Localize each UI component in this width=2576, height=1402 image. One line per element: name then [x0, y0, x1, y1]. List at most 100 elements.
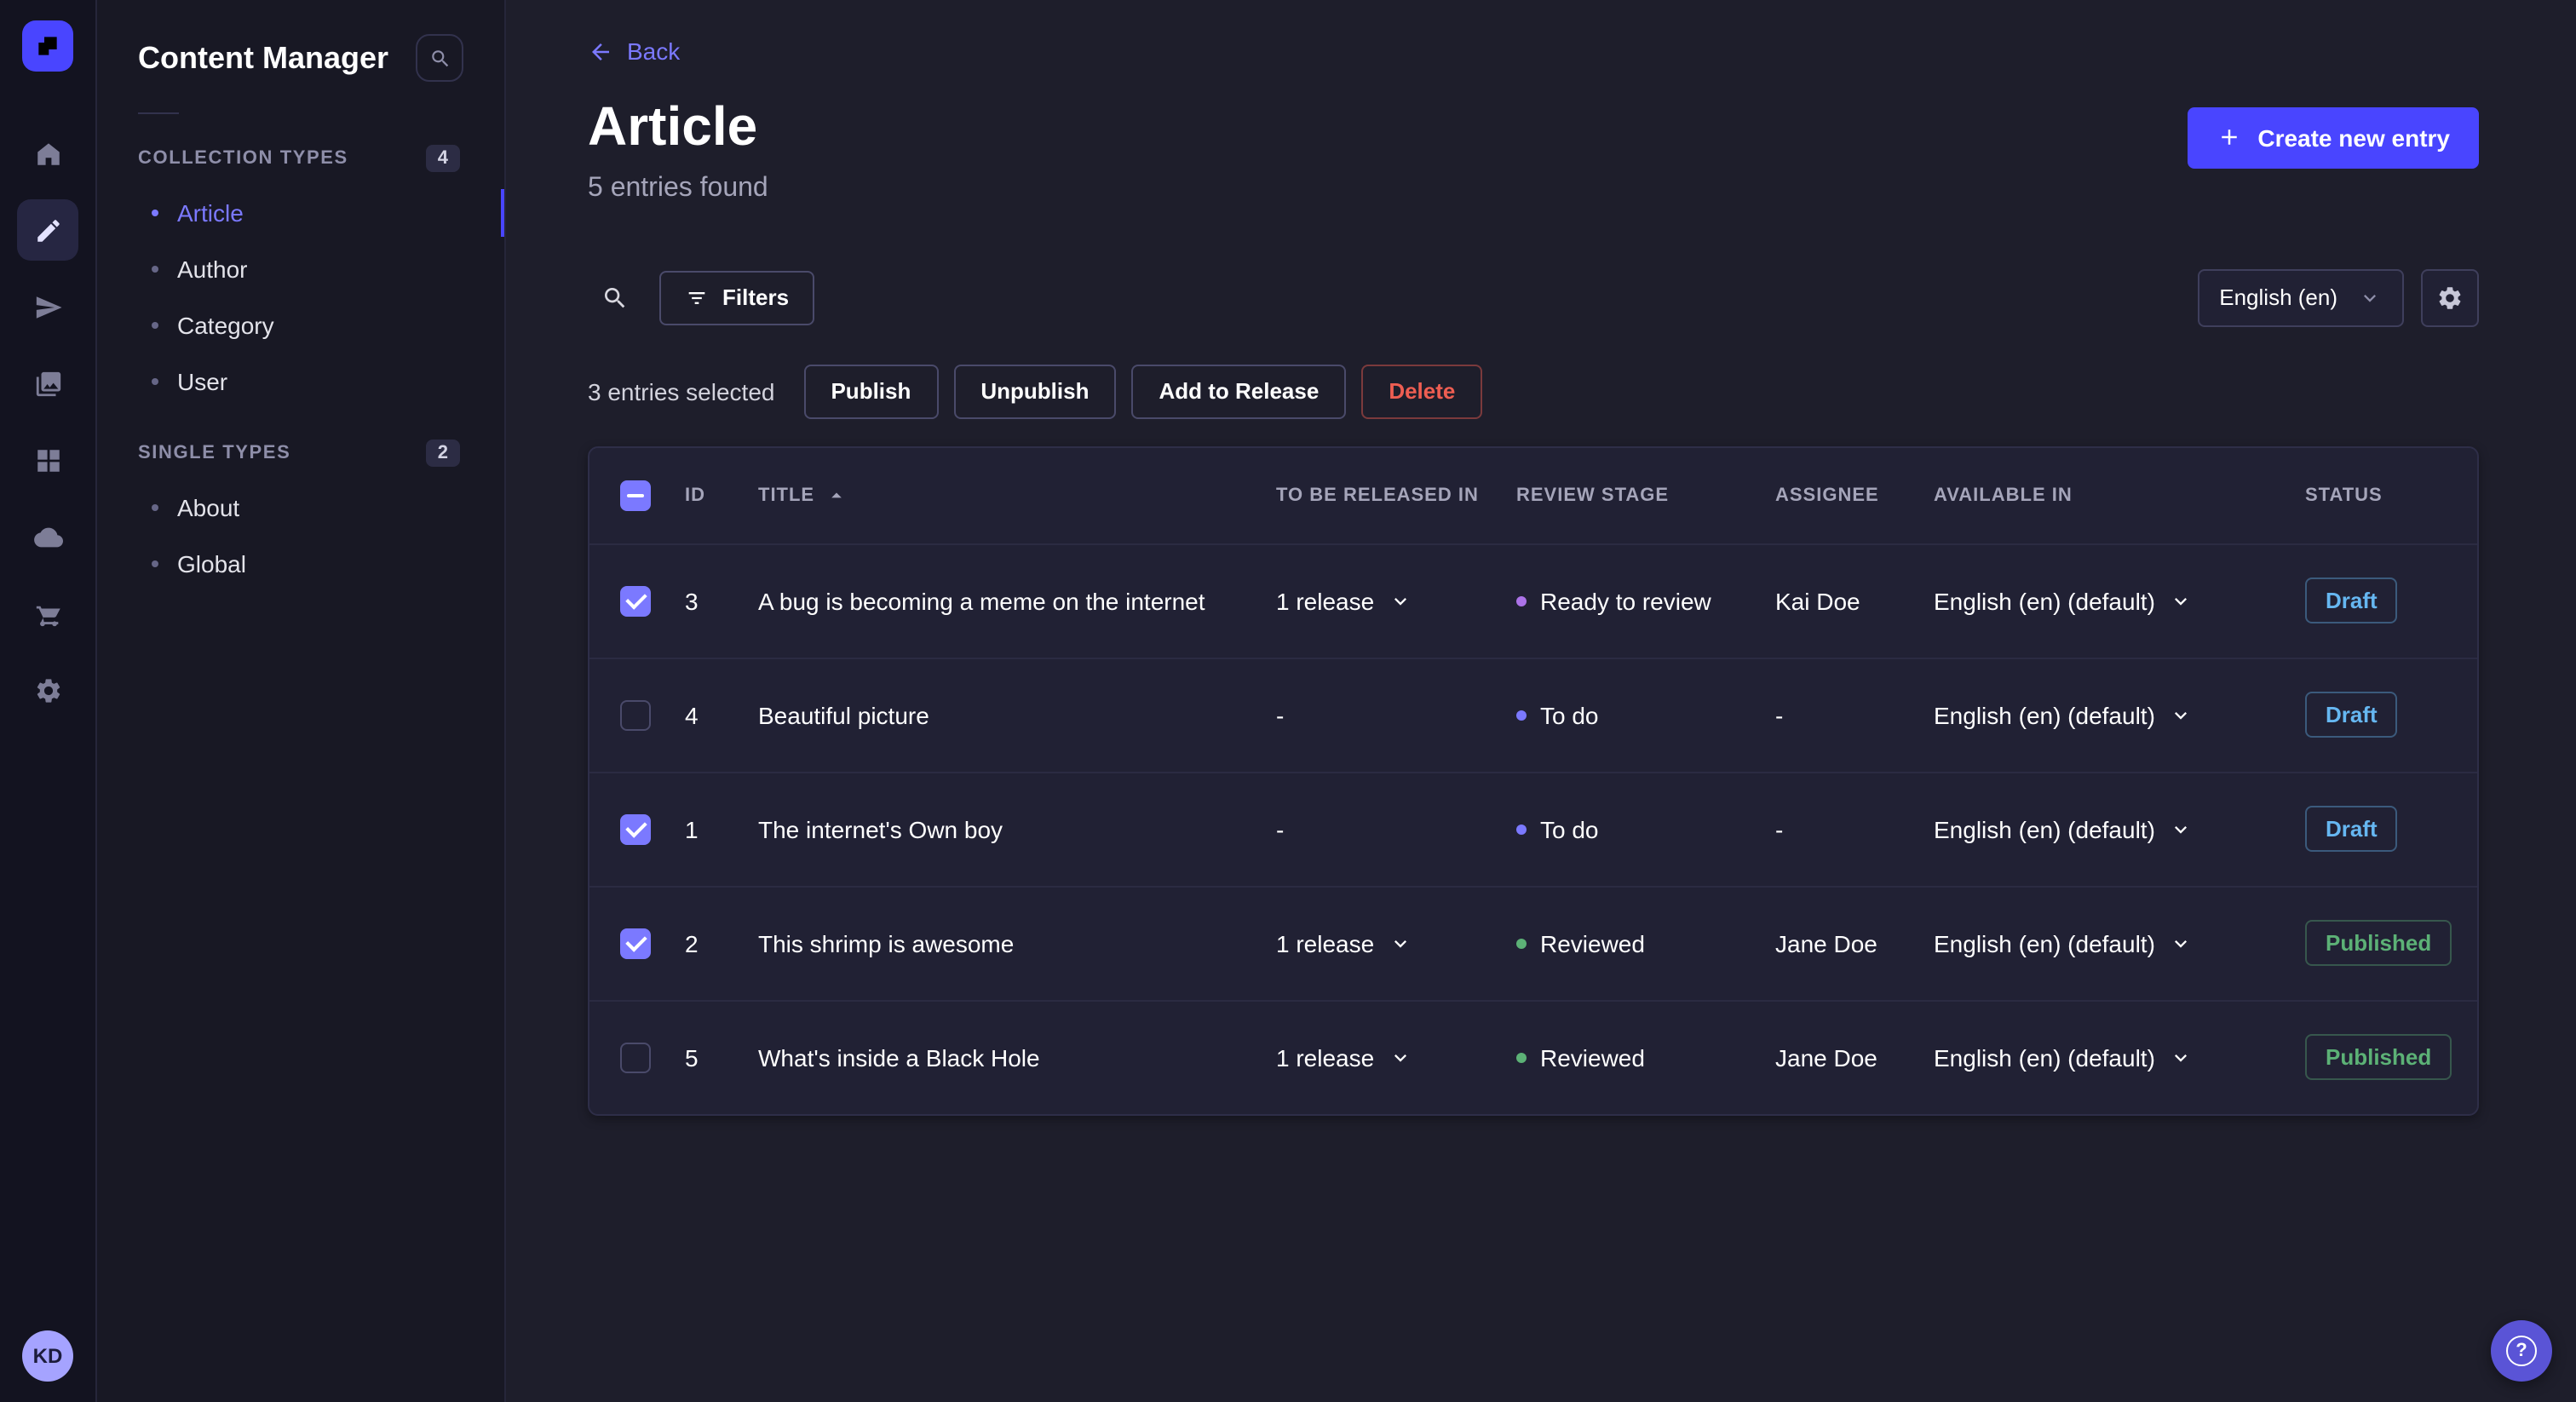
cell-status: Published	[2305, 1034, 2477, 1081]
create-new-entry-button[interactable]: Create new entry	[2188, 106, 2479, 168]
search-icon	[428, 47, 451, 69]
cell-title[interactable]: This shrimp is awesome	[758, 929, 1276, 957]
locale-value: English (en)	[2219, 284, 2337, 311]
cell-available-in[interactable]: English (en) (default)	[1934, 701, 2305, 728]
selection-actions: Publish Unpublish Add to Release Delete	[803, 364, 1483, 419]
locale-select[interactable]: English (en)	[2197, 268, 2404, 327]
cell-available-in[interactable]: English (en) (default)	[1934, 815, 2305, 842]
main-content: Back Article 5 entries found Create new …	[506, 0, 2576, 1402]
select-all-checkbox[interactable]	[620, 480, 651, 511]
available-in-label: English (en) (default)	[1934, 587, 2155, 615]
sidebar-item-article[interactable]: Article	[138, 186, 504, 240]
nav-marketplace[interactable]	[17, 583, 78, 644]
row-checkbox[interactable]	[620, 813, 651, 845]
column-header-label: ASSIGNEE	[1775, 485, 1879, 506]
create-new-entry-label: Create new entry	[2257, 124, 2450, 151]
help-button[interactable]: ?	[2491, 1320, 2552, 1382]
cell-assignee: -	[1775, 701, 1784, 729]
table-header-row: ID TITLE TO BE RELEASED IN REVIEW STAGE ASSI…	[589, 447, 2477, 543]
cell-review-stage: Reviewed	[1516, 929, 1775, 957]
cell-review-stage: Ready to review	[1516, 587, 1775, 614]
sidebar-item-category[interactable]: Category	[138, 298, 463, 353]
cell-assignee: Jane Doe	[1775, 1043, 1877, 1072]
column-header-title[interactable]: TITLE	[758, 483, 1276, 507]
bullet-icon	[152, 378, 158, 385]
row-checkbox[interactable]	[620, 585, 651, 617]
view-settings-button[interactable]	[2421, 268, 2479, 327]
cell-assignee: Jane Doe	[1775, 929, 1877, 957]
column-header-available[interactable]: AVAILABLE IN	[1934, 485, 2305, 505]
cell-title[interactable]: Beautiful picture	[758, 701, 1276, 728]
cell-status: Published	[2305, 920, 2477, 967]
publish-button[interactable]: Publish	[803, 364, 939, 419]
sidebar-title: Content Manager	[138, 40, 389, 74]
review-stage-label: Reviewed	[1540, 1043, 1645, 1072]
cell-available-in[interactable]: English (en) (default)	[1934, 929, 2305, 957]
row-checkbox[interactable]	[620, 699, 651, 731]
table-row[interactable]: 2 This shrimp is awesome 1 release Reviewed…	[589, 885, 2477, 999]
column-header-release[interactable]: TO BE RELEASED IN	[1276, 485, 1516, 505]
nav-content-type-builder[interactable]	[17, 429, 78, 491]
cell-id: 5	[685, 1043, 699, 1072]
sidebar-item-about[interactable]: About	[138, 480, 463, 535]
cloud-icon	[33, 522, 62, 551]
selection-count: 3 entries selected	[588, 377, 775, 405]
checkbox-cell	[589, 480, 685, 511]
sidebar-search-button[interactable]	[416, 34, 463, 82]
section-count-badge: 2	[425, 440, 460, 467]
nav-deployments[interactable]	[17, 506, 78, 567]
cell-status: Draft	[2305, 806, 2477, 853]
column-header-review[interactable]: REVIEW STAGE	[1516, 485, 1775, 505]
cell-to-be-released-in[interactable]: 1 release	[1276, 929, 1516, 957]
cell-title[interactable]: A bug is becoming a meme on the internet	[758, 587, 1276, 614]
add-to-release-button[interactable]: Add to Release	[1131, 364, 1347, 419]
section-label: COLLECTION TYPES	[138, 148, 348, 169]
table-row[interactable]: 1 The internet's Own boy - To do - English (e…	[589, 771, 2477, 885]
table-row[interactable]: 3 A bug is becoming a meme on the interne…	[589, 543, 2477, 657]
cell-to-be-released-in[interactable]: 1 release	[1276, 1043, 1516, 1071]
row-checkbox[interactable]	[620, 1042, 651, 1073]
stage-dot-icon	[1516, 595, 1527, 606]
cell-id: 4	[685, 701, 699, 729]
sidebar-item-label: Author	[177, 256, 248, 283]
sidebar-item-user[interactable]: User	[138, 354, 463, 409]
sidebar-item-author[interactable]: Author	[138, 242, 463, 296]
cell-available-in[interactable]: English (en) (default)	[1934, 587, 2305, 614]
delete-button[interactable]: Delete	[1361, 364, 1483, 419]
stage-dot-icon	[1516, 824, 1527, 835]
table-search-button[interactable]	[588, 270, 642, 325]
sidebar-item-label: User	[177, 368, 228, 395]
sidebar-item-global[interactable]: Global	[138, 537, 463, 591]
cell-title[interactable]: What's inside a Black Hole	[758, 1043, 1276, 1071]
nav-releases[interactable]	[17, 276, 78, 337]
review-stage-label: Ready to review	[1540, 587, 1711, 615]
stage-dot-icon	[1516, 710, 1527, 721]
row-checkbox[interactable]	[620, 928, 651, 959]
back-link[interactable]: Back	[588, 37, 680, 65]
column-header-label: REVIEW STAGE	[1516, 485, 1670, 506]
content-manager-sidebar: Content Manager COLLECTION TYPES 4 Article…	[97, 0, 506, 1402]
strapi-logo[interactable]	[22, 20, 73, 72]
cell-title[interactable]: The internet's Own boy	[758, 815, 1276, 842]
cell-to-be-released-in[interactable]: 1 release	[1276, 587, 1516, 614]
cell-available-in[interactable]: English (en) (default)	[1934, 1043, 2305, 1071]
content-manager-icon	[33, 215, 62, 244]
nav-media-library[interactable]	[17, 353, 78, 414]
nav-settings[interactable]	[17, 659, 78, 721]
search-icon	[601, 284, 629, 311]
user-avatar[interactable]: KD	[22, 1330, 73, 1382]
nav-content-manager[interactable]	[17, 199, 78, 261]
column-header-status[interactable]: STATUS	[2305, 485, 2477, 505]
filters-button[interactable]: Filters	[659, 270, 815, 325]
checkbox-cell	[589, 699, 685, 731]
table-row[interactable]: 4 Beautiful picture - To do - English (en) (d…	[589, 657, 2477, 771]
gear-icon	[33, 675, 62, 704]
column-header-assignee[interactable]: ASSIGNEE	[1775, 485, 1934, 505]
nav-home[interactable]	[17, 123, 78, 184]
table-row[interactable]: 5 What's inside a Black Hole 1 release Revi…	[589, 999, 2477, 1113]
cell-status: Draft	[2305, 692, 2477, 738]
releases-icon	[33, 292, 62, 321]
unpublish-button[interactable]: Unpublish	[953, 364, 1117, 419]
column-header-id[interactable]: ID	[685, 485, 758, 505]
list-toolbar: Filters English (en)	[588, 268, 2479, 327]
